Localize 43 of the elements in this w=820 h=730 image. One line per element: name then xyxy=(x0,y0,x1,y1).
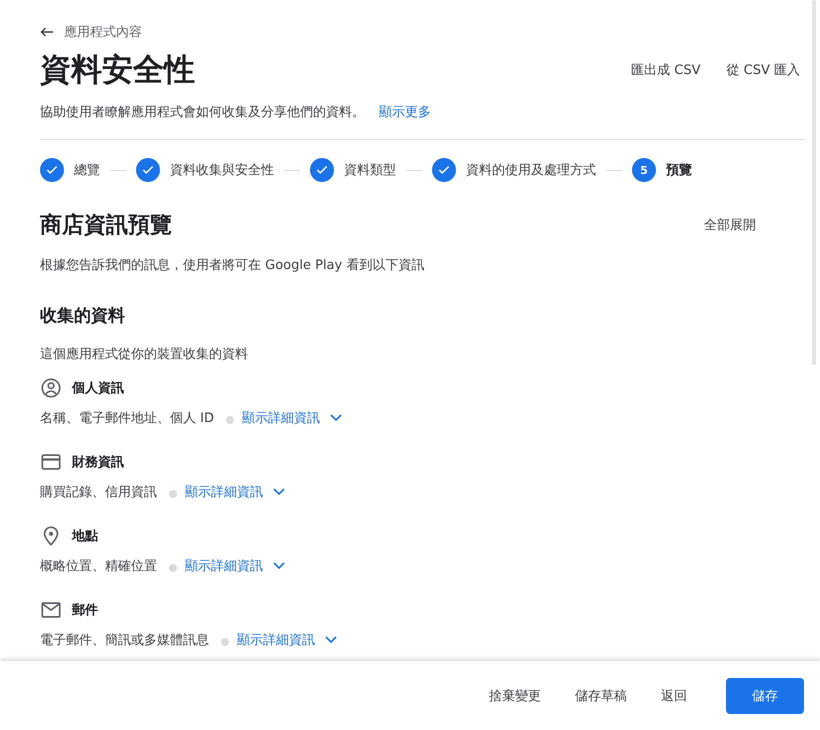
show-details-button[interactable]: 顯示詳細資訊 xyxy=(242,409,342,427)
chevron-down-icon xyxy=(273,488,285,496)
category-items: 購買記錄、信用資訊 xyxy=(40,484,157,501)
category-name: 個人資訊 xyxy=(72,380,124,397)
category-name: 地點 xyxy=(72,528,98,545)
section-title: 商店資訊預覽 xyxy=(40,212,172,240)
category-items: 名稱、電子郵件地址、個人 ID xyxy=(40,410,214,427)
footer-button[interactable]: 捨棄變更 xyxy=(476,678,554,714)
header-action-button[interactable]: 從 CSV 匯入 xyxy=(726,61,800,79)
separator-dot xyxy=(221,638,229,646)
expand-all-button[interactable]: 全部展開 xyxy=(704,216,756,234)
step-label[interactable]: 總覽 xyxy=(74,161,100,179)
show-details-button[interactable]: 顯示詳細資訊 xyxy=(185,557,285,575)
step-label[interactable]: 資料收集與安全性 xyxy=(170,161,274,179)
show-details-button[interactable]: 顯示詳細資訊 xyxy=(237,631,337,649)
subsection-title: 收集的資料 xyxy=(40,305,126,327)
category-items: 概略位置、精確位置 xyxy=(40,558,157,575)
separator-dot xyxy=(169,564,177,572)
chevron-down-icon xyxy=(273,562,285,570)
save-button[interactable]: 儲存 xyxy=(726,678,804,714)
category-name: 財務資訊 xyxy=(72,454,124,471)
chevron-down-icon xyxy=(330,414,342,422)
subsection-description: 這個應用程式從你的裝置收集的資料 xyxy=(40,346,249,363)
show-details-button[interactable]: 顯示詳細資訊 xyxy=(185,483,285,501)
step-label[interactable]: 資料類型 xyxy=(344,161,396,179)
page-title: 資料安全性 xyxy=(40,51,195,90)
footer-button[interactable]: 儲存草稿 xyxy=(562,678,640,714)
category-name: 郵件 xyxy=(72,602,98,619)
separator-dot xyxy=(169,490,177,498)
category-items: 電子郵件、簡訊或多媒體訊息 xyxy=(40,632,209,649)
section-description: 根據您告訴我們的訊息，使用者將可在 Google Play 看到以下資訊 xyxy=(40,257,426,274)
step-number: 5 xyxy=(632,158,656,182)
header-action-button[interactable]: 匯出成 CSV xyxy=(631,61,700,79)
person-icon xyxy=(40,377,62,399)
back-link[interactable]: 應用程式內容 xyxy=(40,23,142,41)
page-description: 協助使用者瞭解應用程式會如何收集及分享他們的資料。 顯示更多 xyxy=(40,104,432,121)
step-label[interactable]: 資料的使用及處理方式 xyxy=(466,161,596,179)
back-arrow-icon xyxy=(40,27,54,37)
separator-dot xyxy=(226,416,234,424)
chevron-down-icon xyxy=(325,636,337,644)
show-more-link[interactable]: 顯示更多 xyxy=(379,105,431,120)
footer-button[interactable]: 返回 xyxy=(648,678,700,714)
step-label[interactable]: 預覽 xyxy=(666,161,692,179)
